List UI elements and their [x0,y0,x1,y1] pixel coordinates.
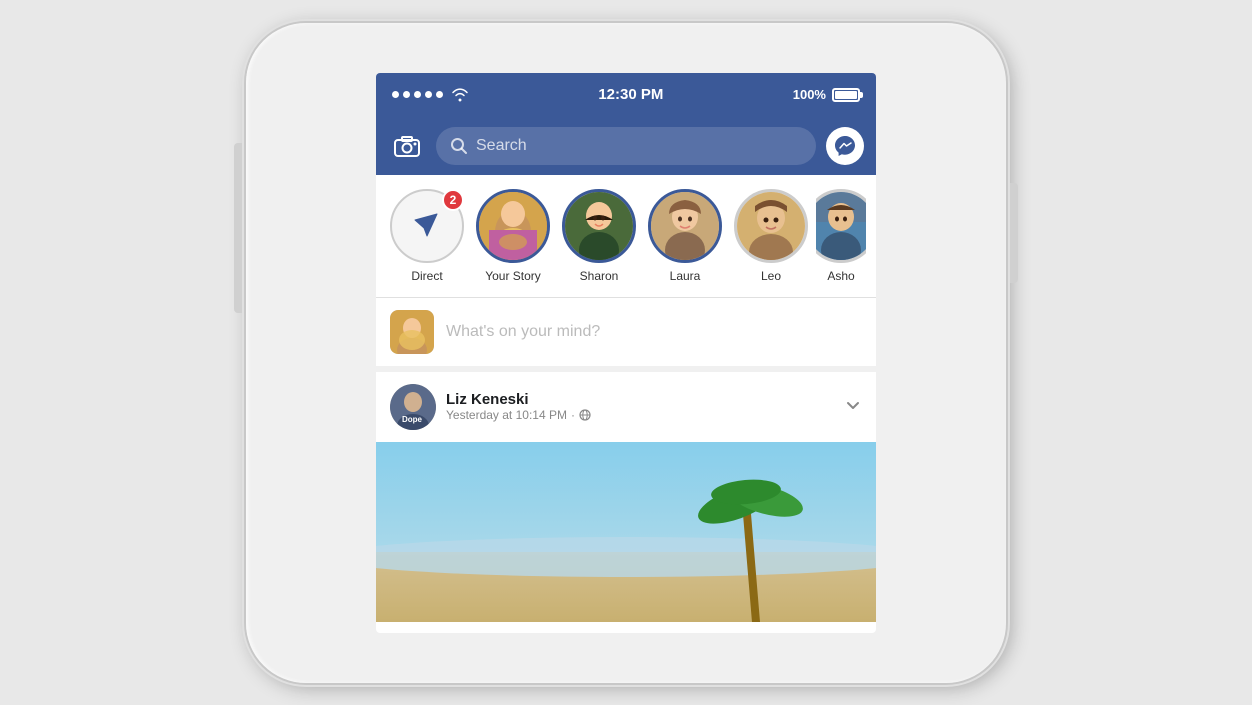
your-story-avatar-img [479,192,547,260]
signal-dot-1 [392,91,399,98]
laura-avatar [648,189,722,263]
wifi-icon [451,88,469,102]
your-story-label: Your Story [485,269,541,283]
status-left [392,88,469,102]
sharon-label: Sharon [580,269,619,283]
leo-avatar-wrap [734,189,808,263]
battery-percent: 100% [793,87,826,102]
signal-dot-3 [414,91,421,98]
leo-label: Leo [761,269,781,283]
direct-badge: 2 [442,189,464,211]
stories-row: 2 Direct [376,175,876,298]
signal-dot-5 [436,91,443,98]
leo-avatar [734,189,808,263]
laura-label: Laura [670,269,701,283]
your-story-avatar-wrap [476,189,550,263]
chevron-down-icon [844,396,862,414]
post-author-name: Liz Keneski [446,391,834,408]
post-info: Liz Keneski Yesterday at 10:14 PM · [446,391,834,422]
sharon-avatar-wrap [562,189,636,263]
composer[interactable]: What's on your mind? [376,298,876,372]
header-bar: Search [376,117,876,175]
signal-dots [392,91,443,98]
signal-dot-2 [403,91,410,98]
post-timestamp: Yesterday at 10:14 PM [446,408,567,422]
story-item-sharon[interactable]: Sharon [558,189,640,283]
signal-dot-4 [425,91,432,98]
post-image [376,442,876,622]
asho-avatar [816,189,866,263]
globe-icon [579,409,591,421]
direct-avatar: 2 [390,189,464,263]
svg-text:Dope: Dope [402,415,423,424]
direct-label: Direct [411,269,442,283]
more-button[interactable] [844,394,862,420]
post-meta: Yesterday at 10:14 PM · [446,408,834,422]
asho-avatar-wrap [816,189,866,263]
messenger-icon [834,135,856,157]
asho-label: Asho [827,269,854,283]
status-bar: 12:30 PM 100% [376,73,876,117]
post-separator: · [571,408,575,422]
story-item-laura[interactable]: Laura [644,189,726,283]
your-story-avatar [476,189,550,263]
search-bar[interactable]: Search [436,127,816,165]
phone-screen: 12:30 PM 100% [376,73,876,633]
story-item-your-story[interactable]: Your Story [472,189,554,283]
post-avatar: Dope [390,384,436,430]
story-item-asho[interactable]: Asho [816,189,866,283]
status-time: 12:30 PM [598,86,663,103]
post-header: Dope Liz Keneski Yesterday at 10:14 PM · [376,372,876,442]
composer-placeholder: What's on your mind? [446,323,600,341]
story-item-leo[interactable]: Leo [730,189,812,283]
search-text: Search [476,137,527,155]
composer-avatar [390,310,434,354]
messenger-button[interactable] [826,127,864,165]
search-icon [450,137,468,155]
battery-icon [832,88,860,102]
paper-plane-icon [409,208,445,244]
camera-button[interactable] [388,127,426,165]
status-right: 100% [793,87,860,102]
sharon-avatar [562,189,636,263]
laura-avatar-wrap [648,189,722,263]
camera-icon [393,134,421,158]
direct-item[interactable]: 2 Direct [386,189,468,283]
post-card: Dope Liz Keneski Yesterday at 10:14 PM · [376,372,876,622]
phone-wrapper: 12:30 PM 100% [246,23,1006,683]
